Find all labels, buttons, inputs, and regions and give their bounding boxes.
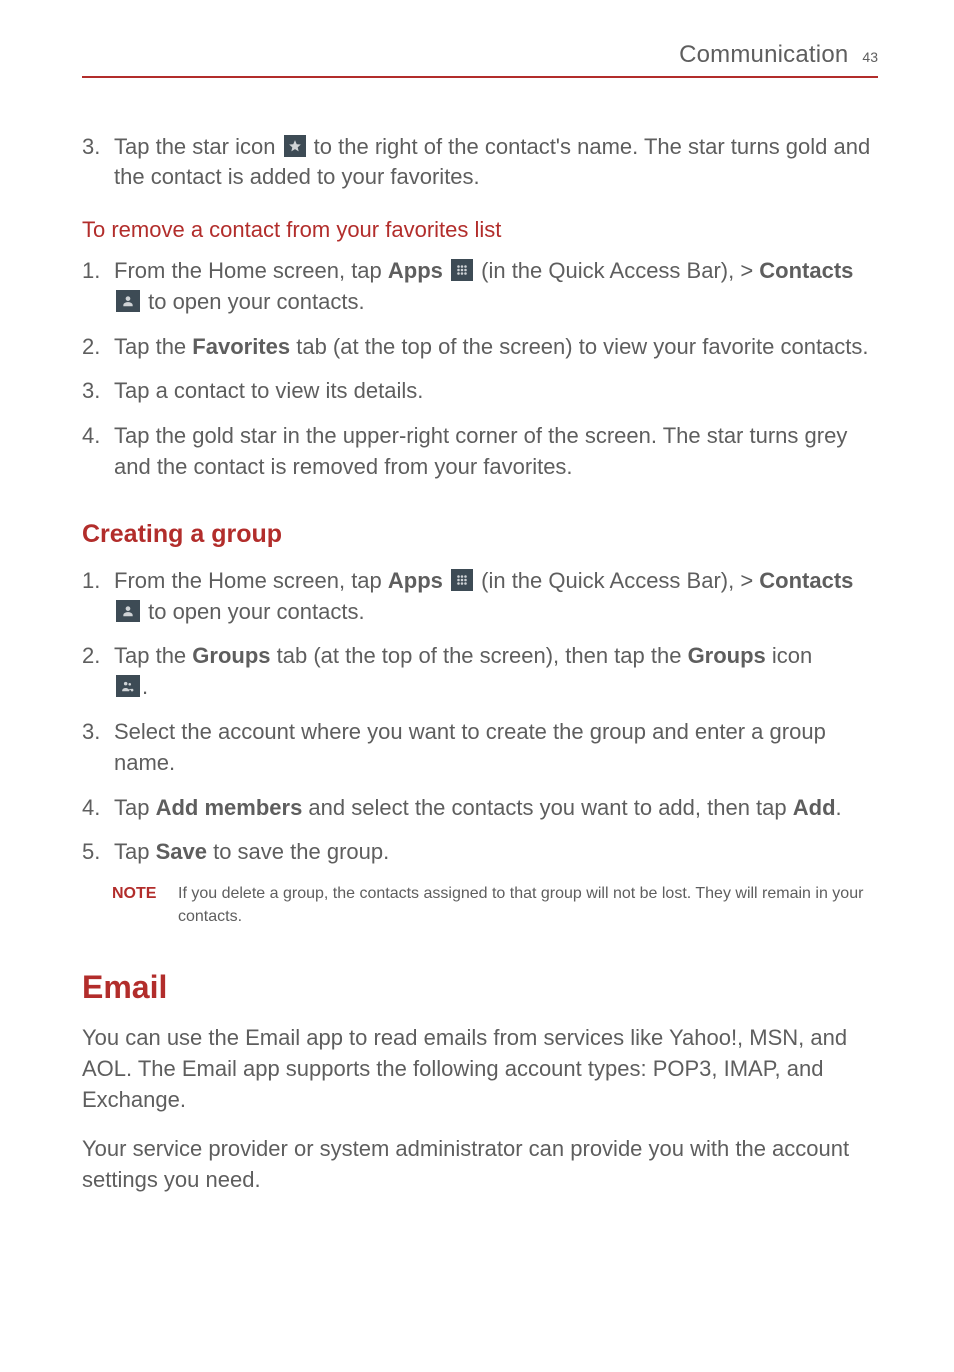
favorites-label: Favorites: [192, 334, 290, 359]
step-body: Tap the Groups tab (at the top of the sc…: [114, 641, 878, 703]
step-text: Tap the: [114, 643, 192, 668]
contacts-label: Contacts: [759, 568, 853, 593]
step-text: Tap the star icon: [114, 134, 282, 159]
remove-step-1: 1. From the Home screen, tap Apps (in th…: [82, 256, 878, 318]
step-body: Select the account where you want to cre…: [114, 717, 878, 779]
note-label: NOTE: [112, 882, 178, 905]
contacts-icon: [116, 600, 140, 622]
step-text: to open your contacts.: [142, 599, 365, 624]
step-body: Tap a contact to view its details.: [114, 376, 878, 407]
step-text: icon: [766, 643, 812, 668]
apps-icon: [451, 259, 473, 281]
step-body: From the Home screen, tap Apps (in the Q…: [114, 256, 878, 318]
step-number: 1.: [82, 566, 114, 597]
step-number: 4.: [82, 421, 114, 452]
step-text: (in the Quick Access Bar), >: [475, 568, 759, 593]
email-paragraph-1: You can use the Email app to read emails…: [82, 1023, 878, 1115]
add-label: Add: [793, 795, 836, 820]
star-icon: [284, 135, 306, 157]
add-members-label: Add members: [156, 795, 303, 820]
step-text: Tap: [114, 795, 156, 820]
step-number: 4.: [82, 793, 114, 824]
step-number: 3.: [82, 132, 114, 163]
group-step-2: 2. Tap the Groups tab (at the top of the…: [82, 641, 878, 703]
group-note: NOTE If you delete a group, the contacts…: [112, 882, 878, 928]
apps-label: Apps: [388, 258, 443, 283]
group-step-3: 3. Select the account where you want to …: [82, 717, 878, 779]
favorites-add-step-3: 3. Tap the star icon to the right of the…: [82, 132, 878, 194]
step-text: to open your contacts.: [142, 289, 365, 314]
remove-step-2: 2. Tap the Favorites tab (at the top of …: [82, 332, 878, 363]
step-number: 5.: [82, 837, 114, 868]
step-text: to save the group.: [207, 839, 389, 864]
page-content: 3. Tap the star icon to the right of the…: [82, 132, 878, 1196]
step-text: From the Home screen, tap: [114, 568, 388, 593]
remove-step-3: 3. Tap a contact to view its details.: [82, 376, 878, 407]
apps-icon: [451, 569, 473, 591]
step-text: tab (at the top of the screen), then tap…: [271, 643, 688, 668]
step-body: Tap the star icon to the right of the co…: [114, 132, 878, 194]
save-label: Save: [156, 839, 207, 864]
step-text: Tap the: [114, 334, 192, 359]
step-body: Tap Save to save the group.: [114, 837, 878, 868]
step-text: tab (at the top of the screen) to view y…: [290, 334, 868, 359]
heading-creating-group: Creating a group: [82, 517, 878, 552]
group-step-1: 1. From the Home screen, tap Apps (in th…: [82, 566, 878, 628]
step-body: Tap Add members and select the contacts …: [114, 793, 878, 824]
contacts-icon: [116, 290, 140, 312]
step-body: From the Home screen, tap Apps (in the Q…: [114, 566, 878, 628]
step-body: Tap the gold star in the upper-right cor…: [114, 421, 878, 483]
remove-step-4: 4. Tap the gold star in the upper-right …: [82, 421, 878, 483]
step-text: Tap: [114, 839, 156, 864]
step-text: From the Home screen, tap: [114, 258, 388, 283]
groups-label: Groups: [192, 643, 270, 668]
page-header: Communication 43: [82, 38, 878, 78]
note-body: If you delete a group, the contacts assi…: [178, 882, 878, 928]
step-number: 3.: [82, 376, 114, 407]
step-text: .: [142, 674, 148, 699]
group-step-4: 4. Tap Add members and select the contac…: [82, 793, 878, 824]
step-number: 2.: [82, 641, 114, 672]
step-number: 3.: [82, 717, 114, 748]
email-paragraph-2: Your service provider or system administ…: [82, 1134, 878, 1196]
groups-icon: [116, 675, 140, 697]
contacts-label: Contacts: [759, 258, 853, 283]
step-text: (in the Quick Access Bar), >: [475, 258, 759, 283]
group-step-5: 5. Tap Save to save the group.: [82, 837, 878, 868]
heading-email: Email: [82, 965, 878, 1010]
subheading-remove-favorite: To remove a contact from your favorites …: [82, 215, 878, 246]
header-section-title: Communication: [679, 38, 848, 72]
step-text: and select the contacts you want to add,…: [302, 795, 792, 820]
step-body: Tap the Favorites tab (at the top of the…: [114, 332, 878, 363]
groups-label: Groups: [688, 643, 766, 668]
header-page-number: 43: [862, 48, 878, 68]
step-number: 1.: [82, 256, 114, 287]
step-number: 2.: [82, 332, 114, 363]
step-text: .: [836, 795, 842, 820]
apps-label: Apps: [388, 568, 443, 593]
